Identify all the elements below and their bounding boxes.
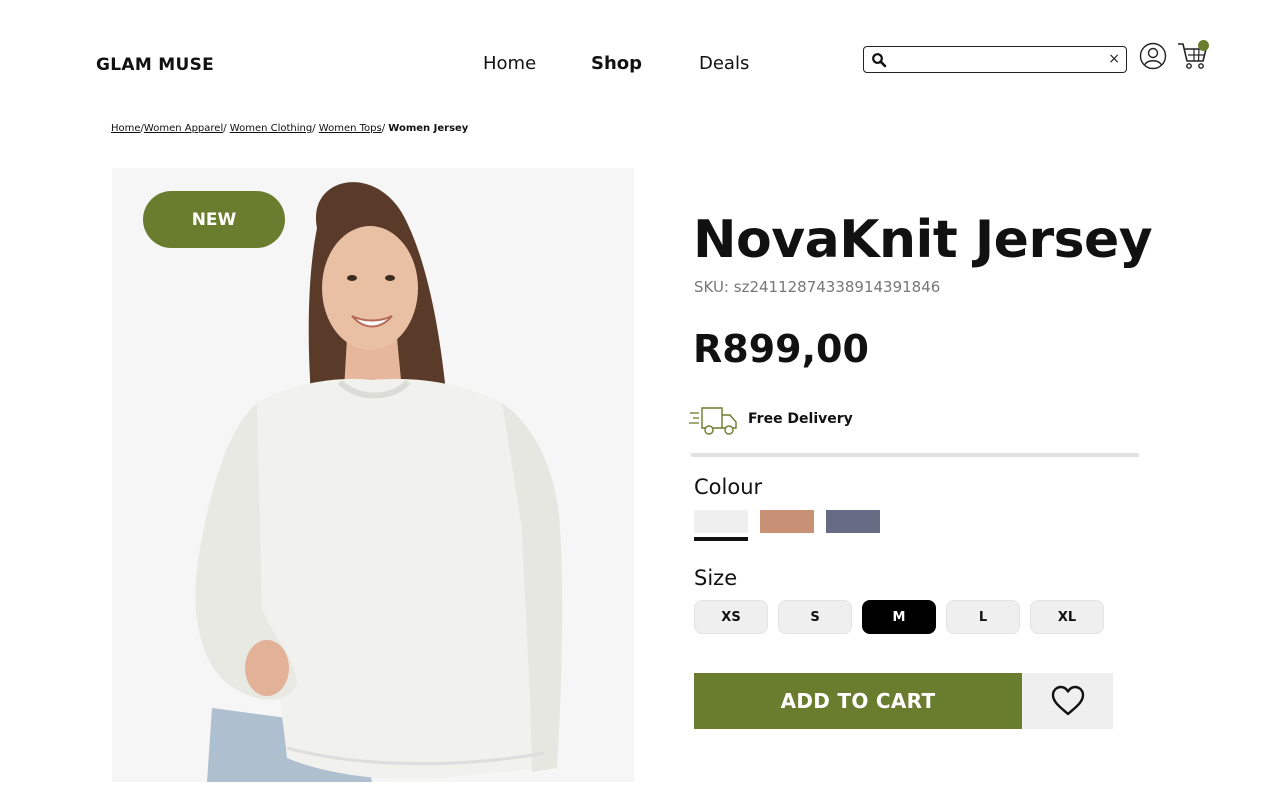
colour-swatch-tan[interactable]	[760, 510, 814, 533]
size-xs-button[interactable]: XS	[694, 600, 768, 634]
breadcrumb-separator: /	[223, 123, 227, 134]
colour-label: Colour	[694, 475, 763, 499]
brand-logo[interactable]: GLAM MUSE	[96, 55, 214, 75]
free-delivery-label: Free Delivery	[748, 411, 853, 427]
clear-search-icon[interactable]: ×	[1108, 50, 1120, 68]
product-price: R899,00	[693, 327, 869, 371]
nav-home[interactable]: Home	[483, 53, 536, 74]
breadcrumb-women-clothing[interactable]: Women Clothing	[230, 123, 312, 134]
divider	[691, 453, 1139, 457]
breadcrumb: Home/Women Apparel/ Women Clothing/ Wome…	[111, 123, 468, 134]
product-image[interactable]: NEW	[112, 168, 634, 782]
heart-icon	[1051, 685, 1084, 716]
size-s-button[interactable]: S	[778, 600, 852, 634]
selected-colour-indicator	[694, 537, 748, 541]
nav-shop[interactable]: Shop	[591, 53, 642, 74]
search-input[interactable]	[892, 50, 1102, 69]
breadcrumb-home[interactable]: Home	[111, 123, 141, 134]
search-bar: ×	[863, 46, 1127, 73]
breadcrumb-separator: /	[312, 123, 316, 134]
size-l-button[interactable]: L	[946, 600, 1020, 634]
product-title: NovaKnit Jersey	[693, 210, 1153, 270]
size-label: Size	[694, 566, 738, 590]
colour-swatch-slate[interactable]	[826, 510, 880, 533]
nav-deals[interactable]: Deals	[699, 53, 749, 74]
breadcrumb-current: Women Jersey	[388, 123, 469, 134]
user-icon[interactable]	[1139, 42, 1167, 70]
cart-notification-dot	[1198, 40, 1209, 51]
size-m-button[interactable]: M	[862, 600, 936, 634]
size-xl-button[interactable]: XL	[1030, 600, 1104, 634]
breadcrumb-separator: /	[381, 123, 386, 134]
new-badge: NEW	[143, 191, 285, 248]
add-to-cart-button[interactable]: ADD TO CART	[694, 673, 1022, 729]
model-photo	[195, 182, 563, 782]
colour-swatch-white[interactable]	[694, 510, 748, 533]
breadcrumb-women-apparel[interactable]: Women Apparel	[144, 123, 223, 134]
wishlist-button[interactable]	[1022, 673, 1113, 729]
search-icon[interactable]	[871, 52, 887, 68]
breadcrumb-women-tops[interactable]: Women Tops	[319, 123, 382, 134]
product-sku: SKU: sz24112874338914391846	[694, 278, 941, 296]
delivery-truck-icon	[689, 407, 737, 435]
